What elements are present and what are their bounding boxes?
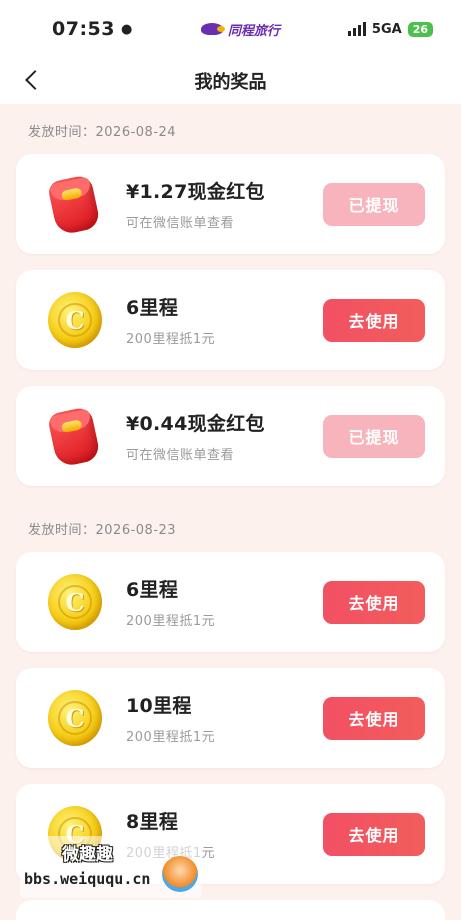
prize-description: 200里程抵1元	[126, 614, 216, 629]
brand-name: 同程旅行	[227, 23, 280, 39]
watermark-title: 微趣趣	[62, 845, 113, 865]
network-type: 5GA	[371, 21, 402, 37]
coin-icon: C	[48, 292, 102, 348]
battery-icon: 26	[407, 21, 433, 37]
use-button[interactable]: 去使用	[323, 298, 425, 342]
section-date-label: 发放时间：2026-08-23	[28, 523, 177, 538]
prize-description: 200里程抵1元	[126, 730, 216, 745]
prize-info: ¥1.27现金红包可在微信账单查看	[126, 177, 323, 231]
section-date-label: 发放时间：2026-08-24	[28, 125, 177, 140]
prize-card: ¥0.44现金红包 可在微信账单查看 已提现	[16, 386, 445, 486]
red-packet-icon	[46, 174, 102, 236]
prize-name: ¥0.44现金红包	[126, 413, 265, 435]
prize-card: ¥1.27现金红包 可在微信账单查看 已提现	[16, 154, 445, 254]
mascot-icon	[162, 856, 198, 892]
person-icon: ●	[120, 21, 133, 37]
top-area: 07:53 ● 同程旅行 5GA 26 我的奖品	[0, 0, 461, 104]
signal-icon	[347, 22, 366, 36]
prize-icon: C	[46, 572, 106, 632]
page-title: 我的奖品	[194, 72, 267, 93]
partial-card	[16, 900, 445, 920]
prize-info: 10里程 200里程抵1元	[126, 691, 323, 745]
prize-name: 6里程	[126, 579, 179, 601]
watermark: 微趣趣 bbs.weiququ.cn	[20, 836, 202, 898]
status-bar: 07:53 ● 同程旅行 5GA 26	[0, 0, 461, 58]
time-text: 07:53	[52, 18, 115, 40]
prize-info: ¥0.44现金红包可在微信账单查看	[126, 409, 323, 463]
prize-name: 10里程	[126, 695, 192, 717]
clock: 07:53 ●	[52, 18, 133, 40]
use-button[interactable]: 去使用	[323, 812, 425, 856]
prize-card: C 10里程 200里程抵1元 去使用	[16, 668, 445, 768]
back-chevron-icon[interactable]	[22, 70, 44, 92]
nav-bar: 我的奖品	[0, 58, 461, 104]
prize-icon: C	[46, 290, 106, 350]
prize-list: 发放时间：2026-08-24 ¥1.27现金红包 可在微信账单查看 已提现 C 6里程 2…	[0, 104, 461, 884]
brand-indicator: 同程旅行	[200, 20, 280, 39]
prize-name: ¥1.27现金红包	[126, 181, 265, 203]
withdrawn-button[interactable]: 已提现	[323, 414, 425, 458]
prize-icon: C	[46, 688, 106, 748]
prize-info: 6里程 200里程抵1元	[126, 293, 323, 347]
red-packet-icon	[46, 406, 102, 468]
withdrawn-button[interactable]: 已提现	[323, 182, 425, 226]
prize-info: 6里程 200里程抵1元	[126, 575, 323, 629]
battery-level: 26	[412, 22, 428, 36]
prize-card: C 6里程 200里程抵1元 去使用	[16, 552, 445, 652]
watermark-url: bbs.weiququ.cn	[24, 870, 151, 888]
prize-card: C 6里程 200里程抵1元 去使用	[16, 270, 445, 370]
prize-name: 6里程	[126, 297, 179, 319]
prize-icon	[46, 174, 106, 236]
use-button[interactable]: 去使用	[323, 696, 425, 740]
coin-icon: C	[48, 690, 102, 746]
prize-description: 可在微信账单查看	[126, 216, 235, 231]
use-button[interactable]: 去使用	[323, 580, 425, 624]
brand-logo-icon	[200, 23, 225, 35]
prize-description: 可在微信账单查看	[126, 448, 235, 463]
prize-icon	[46, 406, 106, 468]
prize-description: 200里程抵1元	[126, 332, 216, 347]
prize-name: 8里程	[126, 811, 179, 833]
system-indicators: 5GA 26	[347, 21, 433, 37]
coin-icon: C	[48, 574, 102, 630]
